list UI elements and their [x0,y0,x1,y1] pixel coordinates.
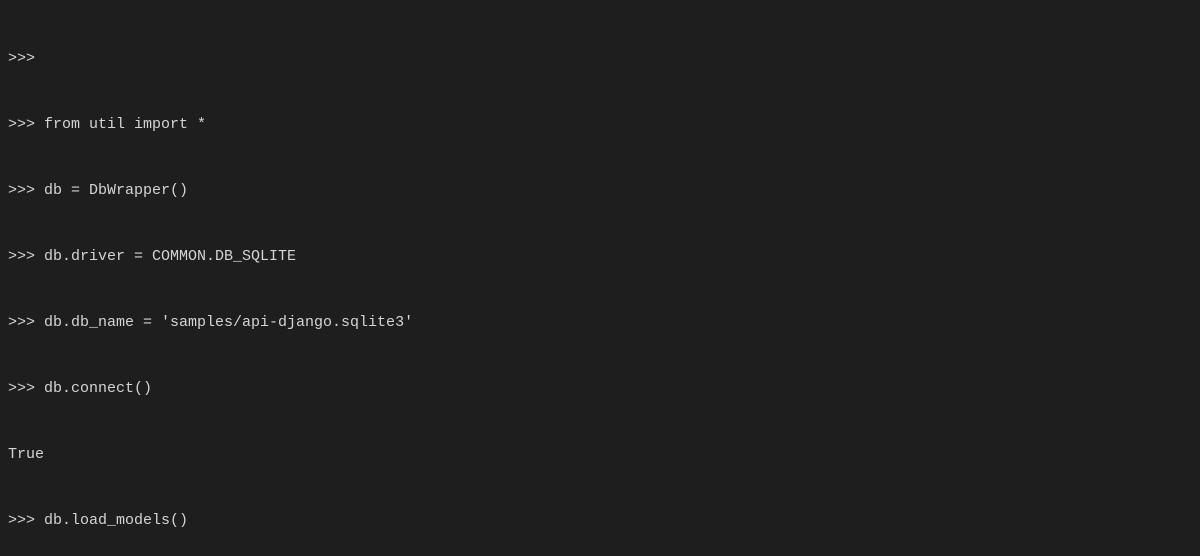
terminal-line: >>> from util import * [8,114,1192,136]
terminal-line: >>> db.load_models() [8,510,1192,532]
terminal-line: >>> db.driver = COMMON.DB_SQLITE [8,246,1192,268]
terminal-output[interactable]: >>> >>> from util import * >>> db = DbWr… [0,0,1200,556]
terminal-line: >>> db.db_name = 'samples/api-django.sql… [8,312,1192,334]
terminal-line: >>> db.connect() [8,378,1192,400]
terminal-line: >>> db = DbWrapper() [8,180,1192,202]
terminal-line: >>> [8,48,1192,70]
terminal-line: True [8,444,1192,466]
